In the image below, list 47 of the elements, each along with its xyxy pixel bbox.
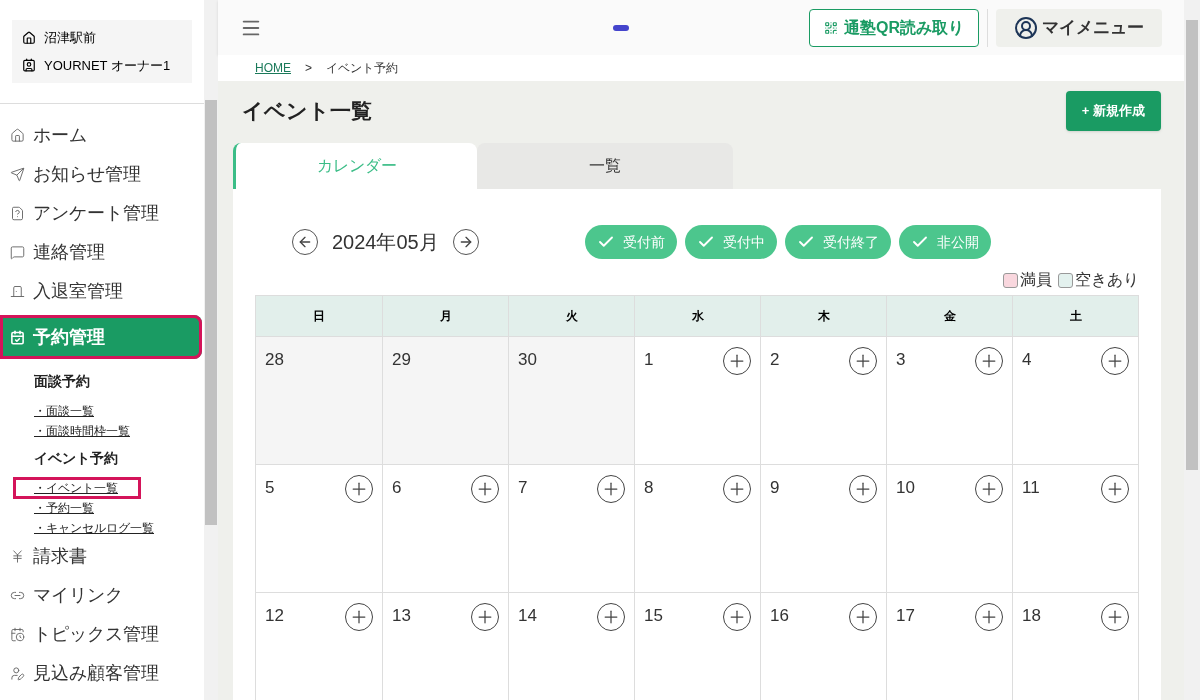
sidebar-item[interactable]: 請求書 bbox=[0, 537, 204, 576]
weekday-header: 火 bbox=[508, 296, 634, 336]
submenu-heading: 面談予約 bbox=[34, 372, 91, 391]
sidebar-item[interactable]: トピックス管理 bbox=[0, 615, 204, 654]
submenu-link[interactable]: ・面談一覧 bbox=[34, 403, 94, 419]
qr-scan-button[interactable]: 通塾QR読み取り bbox=[809, 8, 979, 47]
user-name: YOURNET オーナー1 bbox=[44, 56, 171, 75]
calendar-day[interactable]: 29 bbox=[382, 337, 508, 464]
submenu-link[interactable]: ・面談時間枠一覧 bbox=[34, 423, 130, 439]
sidebar-item[interactable]: お知らせ管理 bbox=[0, 155, 204, 194]
breadcrumb-link[interactable]: HOME bbox=[255, 59, 291, 77]
weekday-header: 金 bbox=[886, 296, 1012, 336]
weekday-header: 土 bbox=[1012, 296, 1138, 336]
sidebar-item[interactable]: ホーム bbox=[0, 116, 204, 155]
new-button[interactable]: + 新規作成 bbox=[1065, 91, 1161, 131]
page-title: イベント一覧 bbox=[242, 98, 372, 125]
id-card-icon bbox=[22, 58, 36, 73]
submenu-link[interactable]: ・予約一覧 bbox=[34, 500, 94, 516]
home-icon bbox=[22, 30, 36, 45]
legend-label: 満員 bbox=[1020, 270, 1052, 290]
sidebar-scrollbar[interactable] bbox=[204, 0, 218, 700]
user-icon bbox=[1014, 15, 1038, 40]
month-label: 2024年05月 bbox=[332, 230, 439, 255]
submenu-link[interactable]: ・キャンセルログ一覧 bbox=[34, 520, 154, 536]
legend-label: 空きあり bbox=[1075, 270, 1139, 290]
sidebar-item[interactable]: 予約管理 bbox=[0, 315, 202, 359]
breadcrumb-text: > bbox=[305, 60, 312, 77]
sidebar-item[interactable]: アンケート管理 bbox=[0, 194, 204, 233]
weekday-header: 月 bbox=[382, 296, 508, 336]
calendar-day[interactable]: 28 bbox=[256, 337, 382, 464]
weekday-header: 水 bbox=[634, 296, 760, 336]
weekday-header: 日 bbox=[312, 308, 326, 325]
tab[interactable]: 一覧 bbox=[477, 143, 733, 189]
page-scrollbar[interactable] bbox=[1184, 0, 1200, 700]
sidebar-item[interactable]: マイリンク bbox=[0, 576, 204, 615]
school-name: 沼津駅前 bbox=[44, 29, 96, 47]
sidebar-item[interactable]: 入退室管理 bbox=[0, 272, 204, 311]
submenu-link[interactable]: ・イベント一覧 bbox=[13, 477, 141, 499]
calendar-day[interactable]: 30 bbox=[508, 337, 634, 464]
submenu-heading: イベント予約 bbox=[34, 449, 119, 468]
sidebar-item[interactable]: 連絡管理 bbox=[0, 233, 204, 272]
logo-mark bbox=[612, 24, 629, 31]
my-menu-button[interactable]: マイメニュー bbox=[996, 8, 1162, 47]
sidebar-item[interactable]: 見込み顧客管理 bbox=[0, 654, 204, 693]
breadcrumb-text: イベント予約 bbox=[326, 60, 398, 77]
weekday-header: 木 bbox=[760, 296, 886, 336]
qr-icon bbox=[824, 20, 838, 35]
